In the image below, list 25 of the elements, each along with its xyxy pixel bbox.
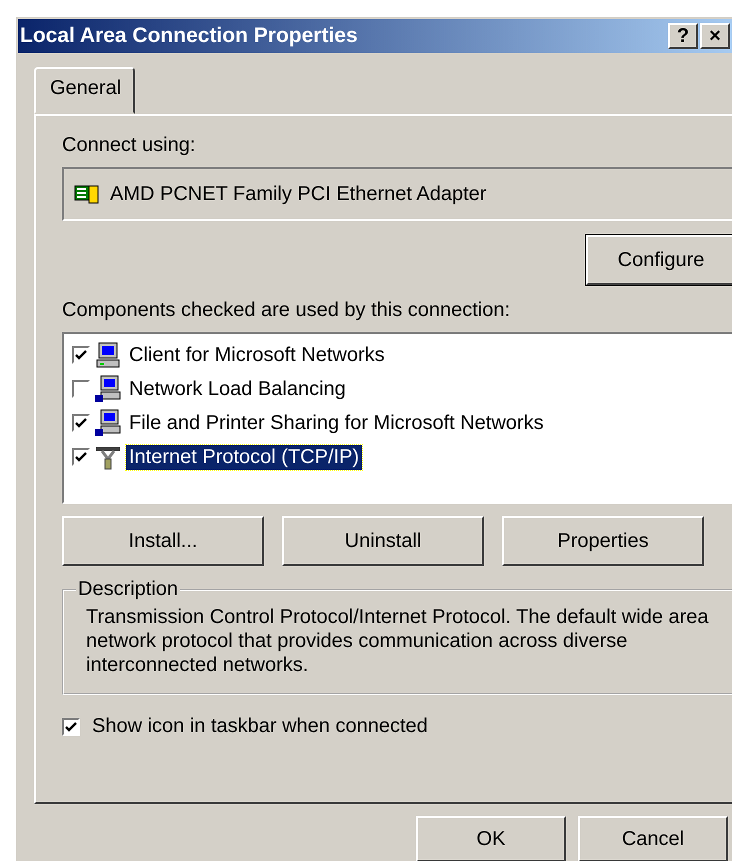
- component-item[interactable]: File and Printer Sharing for Microsoft Networks: [126, 410, 547, 436]
- network-card-icon: [74, 183, 100, 205]
- configure-button[interactable]: Configure: [586, 235, 732, 285]
- window-title: Local Area Connection Properties: [20, 24, 359, 48]
- adapter-name: AMD PCNET Family PCI Ethernet Adapter: [110, 182, 486, 206]
- connect-using-label: Connect using:: [62, 134, 196, 157]
- computer-icon: [94, 375, 122, 403]
- action-button[interactable]: Properties: [502, 516, 704, 566]
- component-item[interactable]: Network Load Balancing: [126, 376, 349, 402]
- description-title: Description: [77, 578, 180, 601]
- components-label: Components checked are used by this connection:: [62, 299, 512, 322]
- computer-icon: [94, 409, 122, 437]
- help-button[interactable]: ?: [668, 23, 698, 49]
- close-button[interactable]: ×: [700, 23, 730, 49]
- checkbox-label: Show icon in taskbar when connected: [92, 715, 428, 738]
- dialog-button[interactable]: OK: [416, 816, 566, 861]
- description-text: Transmission Control Protocol/Internet Protocol. The default wide area network protocol that provides communication across diverse interconnected networks.: [86, 605, 710, 677]
- dialog-button[interactable]: Cancel: [578, 816, 728, 861]
- computer-icon: [94, 341, 122, 369]
- component-item[interactable]: Client for Microsoft Networks: [126, 342, 388, 368]
- checkbox[interactable]: [62, 718, 80, 736]
- action-button[interactable]: Uninstall: [282, 516, 484, 566]
- tab[interactable]: General: [34, 67, 136, 114]
- action-button[interactable]: Install...: [62, 516, 264, 566]
- component-item[interactable]: Internet Protocol (TCP/IP): [126, 444, 362, 470]
